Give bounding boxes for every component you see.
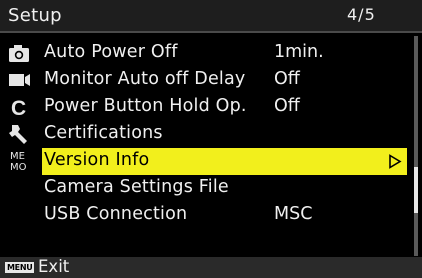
footer-bar: MENU Exit	[0, 257, 422, 278]
menu-item-label: Power Button Hold Op.	[44, 96, 247, 116]
menu-item-value: MSC	[274, 204, 313, 224]
menu-item-camera-settings-file[interactable]: Camera Settings File	[0, 175, 422, 202]
menu-item-auto-power-off[interactable]: Auto Power Off 1min.	[0, 40, 422, 67]
settings-list: Auto Power Off 1min. Monitor Auto off De…	[0, 36, 422, 256]
menu-item-label: USB Connection	[44, 204, 188, 224]
menu-item-label: Camera Settings File	[44, 177, 229, 197]
exit-label[interactable]: Exit	[38, 257, 69, 276]
menu-item-value: 1min.	[274, 42, 324, 62]
menu-item-label: Auto Power Off	[44, 42, 178, 62]
menu-button-icon: MENU	[5, 262, 35, 273]
page-indicator: 4/5	[347, 5, 376, 24]
menu-item-value: Off	[274, 96, 300, 116]
submenu-arrow-icon	[388, 154, 402, 169]
menu-item-certifications[interactable]: Certifications	[0, 121, 422, 148]
menu-item-monitor-auto-off-delay[interactable]: Monitor Auto off Delay Off	[0, 67, 422, 94]
menu-item-label: Certifications	[44, 123, 163, 143]
menu-item-version-info[interactable]: Version Info	[0, 148, 422, 175]
menu-item-usb-connection[interactable]: USB Connection MSC	[0, 202, 422, 229]
menu-item-label: Version Info	[44, 150, 150, 170]
menu-title: Setup	[8, 5, 62, 26]
scrollbar-thumb[interactable]	[414, 167, 418, 213]
header-bar: Setup 4/5	[0, 0, 422, 33]
scrollbar[interactable]	[414, 36, 418, 256]
menu-item-value: Off	[274, 69, 300, 89]
menu-item-label: Monitor Auto off Delay	[44, 69, 246, 89]
menu-item-power-button-hold[interactable]: Power Button Hold Op. Off	[0, 94, 422, 121]
